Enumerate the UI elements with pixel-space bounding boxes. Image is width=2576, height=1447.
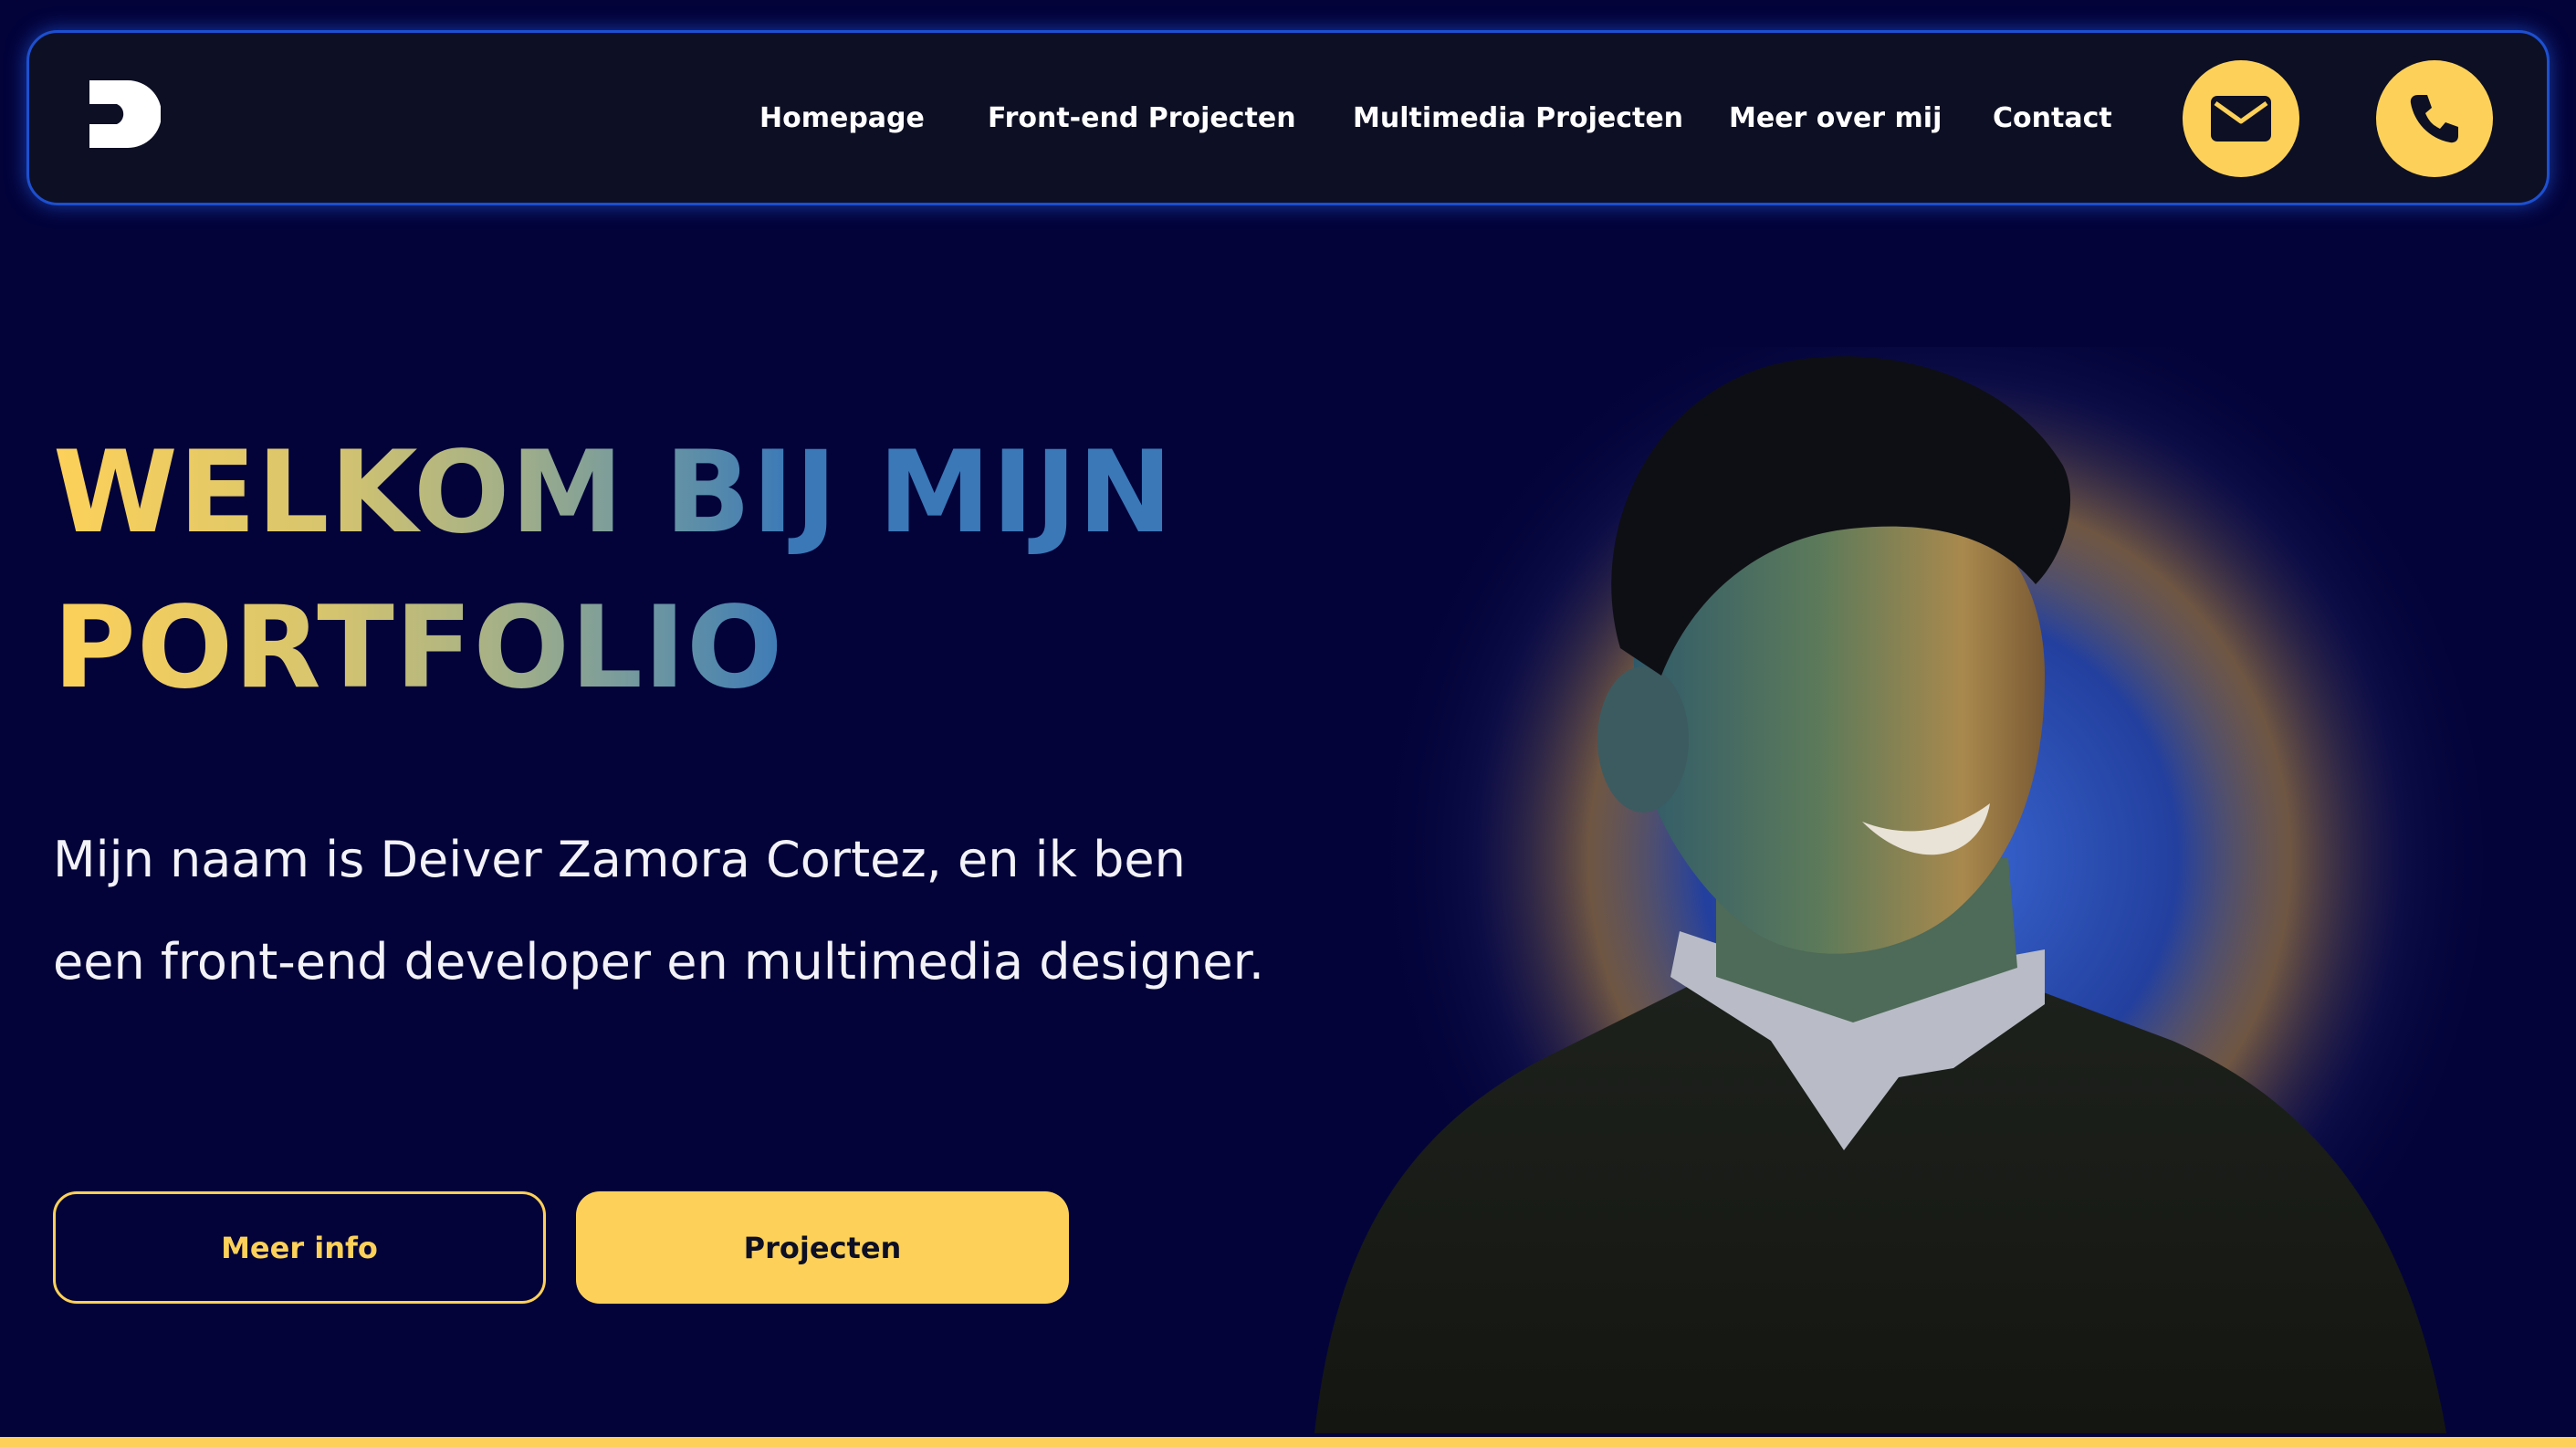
phone-button[interactable] — [2376, 60, 2493, 177]
hero-title: WELKOM BIJ MIJN PORTFOLIO — [53, 415, 1285, 726]
nav-about-me-link[interactable]: Meer over mij — [1729, 99, 1942, 139]
nav-contact-link[interactable]: Contact — [1993, 99, 2112, 139]
portrait-photo — [1314, 347, 2483, 1433]
hero-intro-text: Mijn naam is Deiver Zamora Cortez, en ik… — [53, 831, 1265, 991]
bottom-accent-bar — [0, 1437, 2576, 1447]
nav-multimedia-projects-link[interactable]: Multimedia Projecten — [1353, 99, 1683, 139]
envelope-icon — [2211, 96, 2271, 142]
phone-icon — [2410, 95, 2458, 143]
hero-title-line-1: WELKOM BIJ MIJN — [53, 427, 1174, 559]
d-logo-icon[interactable] — [86, 77, 162, 152]
nav-homepage-link[interactable]: Homepage — [759, 99, 925, 139]
portfolio-page: Homepage Front-end Projecten Multimedia … — [0, 0, 2576, 1447]
nav-frontend-projects-link[interactable]: Front-end Projecten — [988, 99, 1296, 139]
navbar: Homepage Front-end Projecten Multimedia … — [26, 30, 2550, 205]
hero-title-line-2: PORTFOLIO — [53, 582, 784, 714]
more-info-button[interactable]: Meer info — [53, 1191, 546, 1304]
email-button[interactable] — [2183, 60, 2299, 177]
projects-button[interactable]: Projecten — [576, 1191, 1069, 1304]
